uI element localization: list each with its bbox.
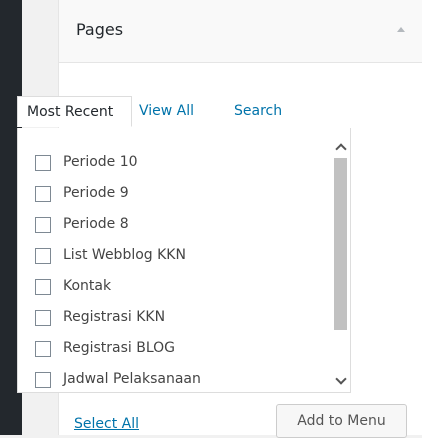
chevron-up-icon (335, 143, 347, 155)
list-scrollbar[interactable] (332, 128, 349, 392)
page-label[interactable]: Kontak (63, 276, 111, 296)
page-checklist: Periode 10 Periode 9 Periode 8 List Webb… (17, 128, 351, 393)
page-checkbox[interactable] (35, 248, 51, 264)
scroll-up-button[interactable] (332, 138, 349, 158)
page-checkbox[interactable] (35, 217, 51, 233)
triangle-up-icon[interactable] (397, 27, 405, 32)
add-to-menu-button[interactable]: Add to Menu (276, 404, 407, 438)
tab-search[interactable]: Search (234, 96, 282, 127)
page-label[interactable]: Registrasi KKN (63, 307, 165, 327)
page-label[interactable]: List Webblog KKN (63, 245, 186, 265)
scrollbar-thumb[interactable] (334, 158, 347, 330)
page-checkbox[interactable] (35, 186, 51, 202)
page-checkbox[interactable] (35, 341, 51, 357)
scroll-down-button[interactable] (332, 372, 349, 392)
page-checkbox[interactable] (35, 279, 51, 295)
panel-title: Pages (76, 20, 124, 39)
chevron-down-icon (335, 373, 347, 385)
page-label[interactable]: Periode 10 (63, 152, 138, 172)
page-checkbox[interactable] (35, 155, 51, 171)
tab-view-all[interactable]: View All (139, 96, 194, 127)
panel-header[interactable]: Pages (59, 0, 422, 63)
page-checkbox[interactable] (35, 372, 51, 388)
page-label[interactable]: Periode 8 (63, 214, 129, 234)
select-all-link[interactable]: Select All (74, 416, 139, 432)
tab-most-recent[interactable]: Most Recent (17, 96, 132, 127)
page-checkbox[interactable] (35, 310, 51, 326)
page-label[interactable]: Registrasi BLOG (63, 338, 175, 358)
page-label[interactable]: Periode 9 (63, 183, 129, 203)
page-label[interactable]: Jadwal Pelaksanaan (63, 369, 201, 389)
